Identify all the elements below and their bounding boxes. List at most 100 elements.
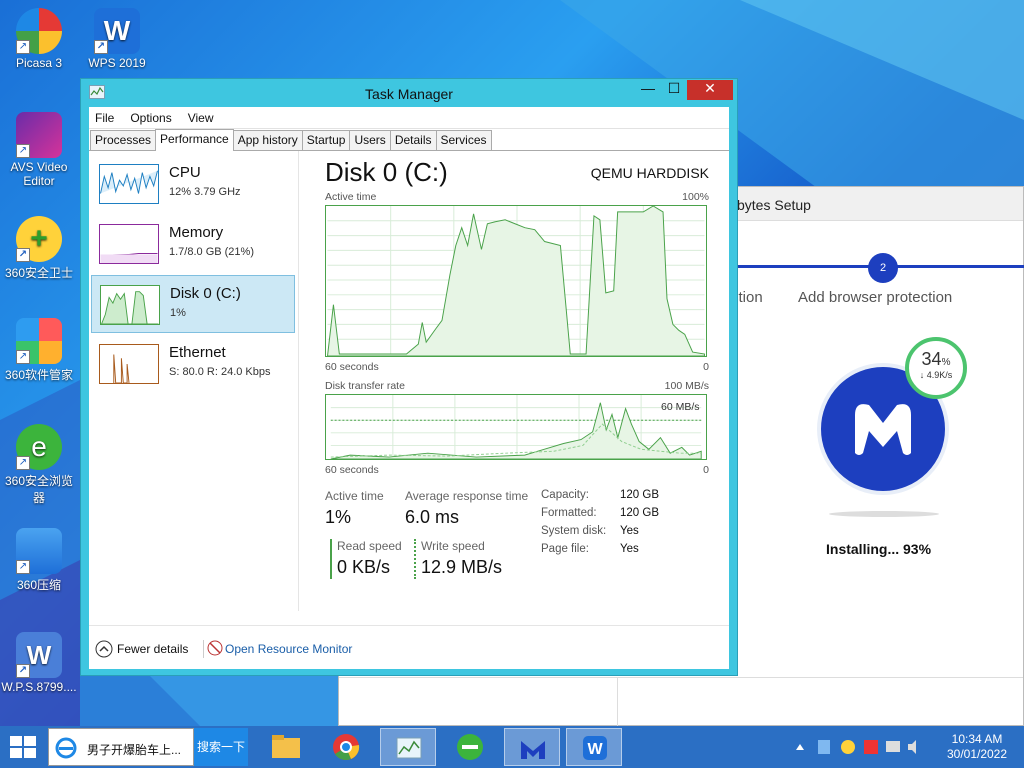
shortcut-arrow-icon: ↗ — [16, 248, 30, 262]
page-file-label: Page file: — [541, 543, 589, 555]
sidebar-item-cpu[interactable]: CPU 12% 3.79 GHz — [91, 155, 295, 213]
step-number: 2 — [868, 253, 898, 283]
shortcut-arrow-icon: ↗ — [16, 560, 30, 574]
tab-processes[interactable]: Processes — [90, 130, 157, 150]
tab-users[interactable]: Users — [349, 130, 391, 150]
desktop-icon-picasa[interactable]: ↗ Picasa 3 — [0, 8, 78, 70]
chevron-up-icon[interactable] — [95, 640, 113, 658]
tab-bar: Processes Performance App history Startu… — [89, 129, 729, 151]
menu-options[interactable]: Options — [128, 111, 173, 125]
progress-percent-sign: % — [941, 357, 951, 368]
picasa-icon: ↗ — [16, 8, 62, 54]
wps-icon: W — [583, 736, 607, 760]
shortcut-arrow-icon: ↗ — [16, 144, 30, 158]
system-disk-value: Yes — [620, 525, 639, 537]
read-speed-value: 0 KB/s — [337, 557, 391, 577]
disk-model: QEMU HARDDISK — [590, 165, 709, 181]
desktop-icon-wps[interactable]: W ↗ WPS 2019 — [78, 8, 156, 70]
taskbar-clock[interactable]: 10:34 AM 30/01/2022 — [938, 732, 1016, 762]
transfer-axis-seconds: 60 seconds — [325, 464, 379, 476]
desktop-icon-wps-installer[interactable]: W ↗ W.P.S.8799.... — [0, 632, 78, 694]
active-time-axis-zero: 0 — [703, 361, 709, 373]
task-manager-titlebar[interactable]: Task Manager — ☐ ✕ — [81, 79, 737, 107]
menu-file[interactable]: File — [93, 111, 116, 125]
desktop-icon-label: 360安全卫士 — [4, 266, 74, 280]
desktop-icon-label: 360软件管家 — [4, 368, 74, 382]
open-resource-monitor-link[interactable]: Open Resource Monitor — [225, 642, 352, 656]
avg-response-value: 6.0 ms — [405, 507, 460, 527]
taskbar-search-button[interactable]: 搜索一下 — [194, 728, 248, 766]
taskbar-ie-window[interactable]: 男子开爆胎车上... — [48, 728, 194, 766]
desktop-icon-avs[interactable]: ↗ AVS Video Editor — [0, 112, 78, 188]
flag-icon[interactable] — [864, 740, 878, 754]
sidebar-sublabel: 12% 3.79 GHz — [169, 186, 241, 198]
taskbar-chrome[interactable] — [318, 728, 374, 766]
speaker-icon[interactable] — [908, 740, 916, 754]
desktop-icon-label: 360安全浏览器 — [4, 474, 74, 505]
fewer-details-link[interactable]: Fewer details — [117, 642, 188, 656]
installer-divider — [617, 677, 618, 727]
desktop-icon-360-software[interactable]: ↗ 360软件管家 — [0, 318, 78, 383]
360-security-icon: + ↗ — [16, 216, 62, 262]
task-manager-window[interactable]: Task Manager — ☐ ✕ File Options View Pro… — [80, 78, 738, 676]
footer-divider — [203, 640, 204, 658]
read-speed-indicator — [330, 539, 332, 579]
shortcut-arrow-icon: ↗ — [16, 456, 30, 470]
performance-body: CPU 12% 3.79 GHz Memory 1.7/8.0 GB (21%) — [89, 151, 729, 669]
desktop-icon-label: W.P.S.8799.... — [1, 680, 77, 694]
360-browser-icon — [457, 734, 483, 760]
disk-thumbnail-graph — [100, 285, 160, 325]
page-file-value: Yes — [620, 543, 639, 555]
desktop-icon-label: WPS 2019 — [88, 56, 146, 70]
shortcut-arrow-icon: ↗ — [16, 664, 30, 678]
desktop-icon-360-browser[interactable]: e ↗ 360安全浏览器 — [0, 424, 78, 506]
wps-icon: W ↗ — [94, 8, 140, 54]
ethernet-thumbnail-graph — [99, 344, 159, 384]
minimize-button[interactable]: — — [635, 80, 661, 100]
menu-view[interactable]: View — [186, 111, 216, 125]
step-label: Add browser protection — [798, 289, 953, 306]
disk-detail-panel: Disk 0 (C:) QEMU HARDDISK Active time 10… — [325, 151, 715, 611]
windows-start-icon[interactable] — [8, 734, 38, 760]
taskbar-file-explorer[interactable] — [258, 728, 314, 766]
avg-response-label: Average response time — [405, 489, 529, 503]
taskbar-malwarebytes[interactable] — [504, 728, 560, 766]
shortcut-arrow-icon: ↗ — [16, 40, 30, 54]
resource-monitor-icon — [207, 640, 223, 656]
svg-text:W: W — [587, 741, 603, 758]
taskbar-wps[interactable]: W — [566, 728, 622, 766]
box-icon[interactable] — [818, 740, 830, 754]
system-disk-label: System disk: — [541, 525, 607, 537]
taskbar-ie-label: 男子开爆胎车上... — [87, 743, 182, 757]
sidebar-sublabel: S: 80.0 R: 24.0 Kbps — [169, 366, 271, 378]
taskbar-task-manager[interactable] — [380, 728, 436, 766]
capacity-value: 120 GB — [620, 489, 659, 501]
sidebar-item-disk[interactable]: Disk 0 (C:) 1% — [91, 275, 295, 333]
system-tray-icons[interactable] — [794, 738, 934, 756]
active-time-axis-seconds: 60 seconds — [325, 361, 379, 373]
sidebar-label: Memory — [169, 224, 224, 241]
monitor-icon[interactable] — [886, 741, 900, 752]
panel-title: Disk 0 (C:) — [325, 157, 448, 187]
transfer-threshold-label: 60 MB/s — [661, 401, 700, 413]
tab-services[interactable]: Services — [435, 130, 492, 150]
desktop-icon-360-security[interactable]: + ↗ 360安全卫士 — [0, 216, 78, 281]
taskbar-360-browser[interactable] — [442, 728, 498, 766]
desktop-icon-360-zip[interactable]: ↗ 360压缩 — [0, 528, 78, 593]
sidebar-sublabel: 1% — [170, 307, 186, 319]
clock-date: 30/01/2022 — [946, 747, 1008, 761]
sidebar-item-ethernet[interactable]: Ethernet S: 80.0 R: 24.0 Kbps — [91, 335, 295, 393]
maximize-button[interactable]: ☐ — [661, 80, 687, 100]
installer-footer — [339, 677, 1023, 727]
360-tray-icon[interactable] — [841, 740, 855, 754]
tab-startup[interactable]: Startup — [301, 130, 351, 150]
tab-app-history[interactable]: App history — [232, 130, 303, 150]
tab-details[interactable]: Details — [389, 130, 437, 150]
chevron-up-icon[interactable] — [796, 744, 804, 750]
desktop-icon-label: AVS Video Editor — [10, 160, 68, 188]
malwarebytes-icon — [521, 741, 545, 759]
transfer-graph-label: Disk transfer rate — [325, 380, 405, 392]
close-button[interactable]: ✕ — [687, 80, 733, 100]
tab-performance[interactable]: Performance — [155, 129, 234, 151]
sidebar-item-memory[interactable]: Memory 1.7/8.0 GB (21%) — [91, 215, 295, 273]
